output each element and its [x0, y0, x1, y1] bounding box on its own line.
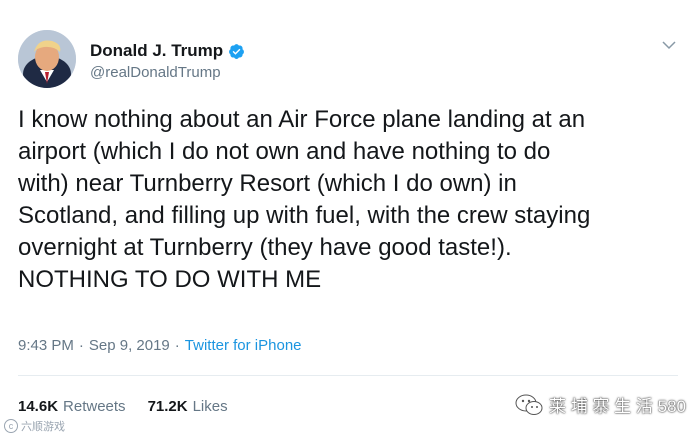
divider: [18, 375, 678, 376]
tweet-header: Donald J. Trump @realDonaldTrump: [18, 30, 678, 92]
corner-watermark: c 六顺游戏: [4, 418, 65, 434]
tweet-source-link[interactable]: Twitter for iPhone: [185, 337, 302, 354]
channel-watermark: 莱 埔 寨 生 活 580: [515, 392, 686, 417]
retweets-count[interactable]: 14.6K: [18, 398, 58, 415]
tweet-date[interactable]: Sep 9, 2019: [89, 337, 170, 354]
corner-watermark-text: 六顺游戏: [21, 421, 65, 433]
meta-separator: ·: [78, 337, 84, 354]
name-row: Donald J. Trump: [90, 40, 245, 62]
copyright-icon: c: [4, 419, 18, 433]
channel-watermark-text: 莱 埔 寨 生 活 580: [549, 397, 686, 416]
likes-count[interactable]: 71.2K: [148, 398, 188, 415]
tweet-stats: 14.6K Retweets 71.2K Likes: [18, 398, 228, 415]
wechat-icon: [515, 394, 543, 415]
meta-separator: ·: [174, 337, 180, 354]
author-block[interactable]: Donald J. Trump @realDonaldTrump: [90, 40, 245, 81]
tweet-meta: 9:43 PM · Sep 9, 2019 · Twitter for iPho…: [18, 337, 302, 354]
retweets-label[interactable]: Retweets: [63, 398, 126, 415]
display-name[interactable]: Donald J. Trump: [90, 41, 223, 61]
tweet-text: I know nothing about an Air Force plane …: [18, 106, 591, 293]
tweet-time[interactable]: 9:43 PM: [18, 337, 74, 354]
avatar[interactable]: [18, 30, 76, 88]
likes-label[interactable]: Likes: [193, 398, 228, 415]
chevron-down-icon[interactable]: [660, 36, 678, 54]
verified-badge-icon: [229, 43, 245, 59]
tweet-card: Donald J. Trump @realDonaldTrump I know …: [0, 0, 694, 436]
handle[interactable]: @realDonaldTrump: [90, 64, 245, 81]
avatar-image: [18, 30, 76, 88]
